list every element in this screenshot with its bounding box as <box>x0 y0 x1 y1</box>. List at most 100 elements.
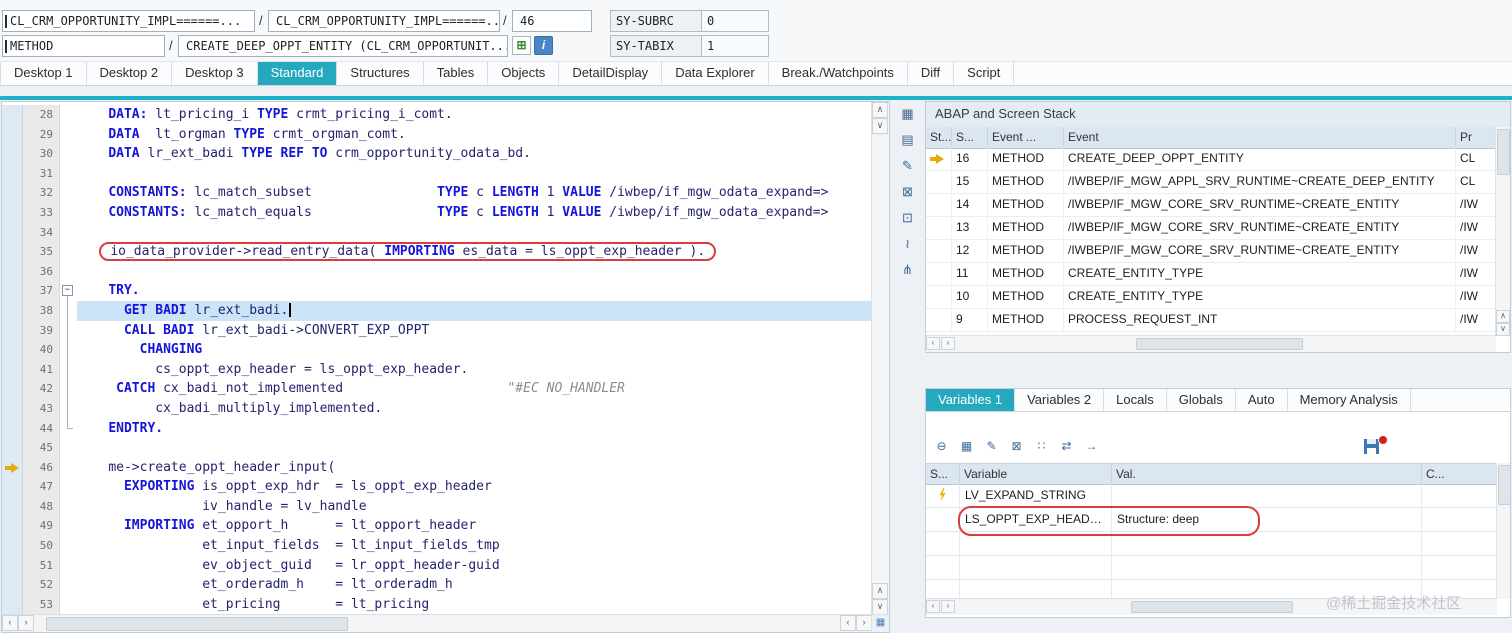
edit-table-icon[interactable]: ▦ <box>957 437 976 456</box>
sy-tabix-value[interactable]: 1 <box>701 35 769 57</box>
code-line[interactable]: 35 io_data_provider->read_entry_data( IM… <box>2 242 872 262</box>
variable-row[interactable] <box>926 556 1497 580</box>
code-line[interactable]: 41 cs_oppt_exp_header = ls_oppt_exp_head… <box>2 359 872 380</box>
stack-horizontal-scrollbar[interactable]: ‹ › <box>926 335 1496 352</box>
breakpoint-gutter[interactable] <box>2 477 23 497</box>
fold-gutter[interactable] <box>60 320 77 341</box>
line-number-field[interactable]: 46 <box>512 10 592 32</box>
fold-gutter[interactable] <box>60 183 77 203</box>
tab-auto[interactable]: Auto <box>1236 389 1288 411</box>
collapse-icon[interactable]: − <box>62 285 73 297</box>
code-line[interactable]: 34 <box>2 222 872 243</box>
fold-gutter[interactable] <box>60 105 77 125</box>
stack-row[interactable]: 11 METHOD CREATE_ENTITY_TYPE/IW <box>926 263 1496 286</box>
code-line[interactable]: 52 et_orderadm_h = lt_orderadm_h <box>2 575 872 595</box>
tab-break-watchpoints[interactable]: Break./Watchpoints <box>769 62 908 85</box>
code-line[interactable]: 49 IMPORTING et_opport_h = lt_opport_hea… <box>2 516 872 537</box>
scroll-left-button[interactable]: ‹ <box>840 615 856 631</box>
breakpoint-gutter[interactable] <box>2 281 23 301</box>
goto-variable-icon[interactable]: → <box>1082 437 1101 456</box>
event-name-field[interactable]: CREATE_DEEP_OPPT_ENTITY (CL_CRM_OPPORTUN… <box>178 35 508 57</box>
include-program-field[interactable]: CL_CRM_OPPORTUNITY_IMPL======... <box>268 10 500 32</box>
stack-row[interactable]: 12 METHOD/IWBEP/IF_MGW_CORE_SRV_RUNTIME~C… <box>926 240 1496 263</box>
main-program-field[interactable]: CL_CRM_OPPORTUNITY_IMPL======... <box>2 10 255 32</box>
breakpoint-gutter[interactable] <box>2 163 23 184</box>
scrollbar-thumb[interactable] <box>46 617 348 631</box>
fold-gutter[interactable] <box>60 594 77 615</box>
code-line[interactable]: 30 DATA lr_ext_badi TYPE REF TO crm_oppo… <box>2 144 872 164</box>
breakpoint-gutter[interactable] <box>2 183 23 203</box>
breakpoint-gutter[interactable] <box>2 300 23 321</box>
new-tool-icon[interactable]: ▤ <box>898 130 917 149</box>
breakpoint-gutter[interactable] <box>2 261 23 282</box>
edit-value-icon[interactable]: ✎ <box>982 437 1001 456</box>
scrollbar-thumb[interactable] <box>1136 338 1303 350</box>
tab-data-explorer[interactable]: Data Explorer <box>662 62 769 85</box>
breakpoint-gutter[interactable] <box>2 124 23 145</box>
stack-vertical-scrollbar[interactable]: ∧ ∨ <box>1495 127 1510 336</box>
code-line[interactable]: 51 ev_object_guid = lr_oppt_header-guid <box>2 555 872 576</box>
fold-gutter[interactable] <box>60 242 77 262</box>
code-line[interactable]: 44 ENDTRY. <box>2 418 872 439</box>
breakpoint-gutter[interactable] <box>2 575 23 595</box>
scroll-right-button[interactable]: › <box>18 615 34 631</box>
stack-row[interactable]: 9 METHOD PROCESS_REQUEST_INT/IW <box>926 309 1496 332</box>
tab-diff[interactable]: Diff <box>908 62 955 85</box>
tab-objects[interactable]: Objects <box>488 62 560 85</box>
delete-row-icon[interactable]: ⊖ <box>932 437 951 456</box>
fold-gutter[interactable] <box>60 261 77 282</box>
fold-gutter[interactable] <box>60 222 77 243</box>
info-button[interactable]: i <box>534 36 553 55</box>
fold-gutter[interactable] <box>60 496 77 517</box>
tab-structures[interactable]: Structures <box>337 62 424 85</box>
code-line[interactable]: 47 EXPORTING is_oppt_exp_hdr = ls_oppt_e… <box>2 477 872 497</box>
structure-display-button[interactable]: ⊞ <box>512 36 531 55</box>
breakpoint-gutter[interactable] <box>2 496 23 517</box>
breakpoint-gutter[interactable] <box>2 516 23 537</box>
fold-gutter[interactable] <box>60 398 77 419</box>
code-line[interactable]: 53 et_pricing = lt_pricing <box>2 594 872 615</box>
tab-detaildisplay[interactable]: DetailDisplay <box>559 62 663 85</box>
breakpoint-gutter[interactable] <box>2 594 23 615</box>
breakpoint-gutter[interactable] <box>2 144 23 164</box>
stack-row[interactable]: 16 METHOD CREATE_DEEP_OPPT_ENTITY CL <box>926 148 1496 171</box>
breakpoint-gutter[interactable] <box>2 340 23 360</box>
fold-gutter[interactable]: − <box>60 281 77 301</box>
fold-gutter[interactable] <box>60 555 77 576</box>
breakpoint-gutter[interactable] <box>2 536 23 556</box>
table-view-icon[interactable]: ▦ <box>898 104 917 123</box>
breakpoint-gutter[interactable] <box>2 438 23 458</box>
stack-row[interactable]: 10 METHOD CREATE_ENTITY_TYPE/IW <box>926 286 1496 309</box>
code-line[interactable]: 38 GET BADI lr_ext_badi. <box>2 300 872 321</box>
code-line[interactable]: 28 DATA: lt_pricing_i TYPE crmt_pricing_… <box>2 105 872 125</box>
variables-vertical-scrollbar[interactable] <box>1496 463 1511 599</box>
fold-gutter[interactable] <box>60 163 77 184</box>
breakpoint-gutter[interactable] <box>2 418 23 439</box>
sy-subrc-value[interactable]: 0 <box>701 10 769 32</box>
code-line[interactable]: 31 <box>2 163 872 184</box>
breakpoint-gutter[interactable] <box>2 398 23 419</box>
breakpoint-gutter[interactable] <box>2 222 23 243</box>
tab-tables[interactable]: Tables <box>424 62 489 85</box>
services-tool-icon[interactable]: ⋔ <box>898 260 917 279</box>
scroll-left-button[interactable]: ‹ <box>926 600 940 613</box>
code-line[interactable]: 29 DATA lt_orgman TYPE crmt_orgman_comt. <box>2 124 872 145</box>
link-tool-icon[interactable]: ≀ <box>898 234 917 253</box>
code-line[interactable]: 39 CALL BADI lr_ext_badi->CONVERT_EXP_OP… <box>2 320 872 341</box>
scroll-right-button[interactable]: › <box>941 337 955 350</box>
breakpoint-gutter[interactable] <box>2 202 23 223</box>
close-tool-icon[interactable]: ⊠ <box>898 182 917 201</box>
fold-gutter[interactable] <box>60 418 77 439</box>
breakpoint-gutter[interactable] <box>2 359 23 380</box>
variable-row[interactable]: LS_OPPT_EXP_HEAD… Structure: deep <box>926 506 1497 536</box>
fold-gutter[interactable] <box>60 575 77 595</box>
code-line[interactable]: 37− TRY. <box>2 281 872 301</box>
stack-row[interactable]: 13 METHOD/IWBEP/IF_MGW_CORE_SRV_RUNTIME~C… <box>926 217 1496 240</box>
tab-standard[interactable]: Standard <box>257 62 338 85</box>
fold-gutter[interactable] <box>60 536 77 556</box>
tab-globals[interactable]: Globals <box>1167 389 1236 411</box>
tab-script[interactable]: Script <box>954 62 1015 85</box>
variable-row[interactable]: LV_EXPAND_STRING <box>926 484 1497 508</box>
scrollbar-thumb[interactable] <box>1498 465 1511 505</box>
code-line[interactable]: 33 CONSTANTS: lc_match_equals TYPE c LEN… <box>2 202 872 223</box>
